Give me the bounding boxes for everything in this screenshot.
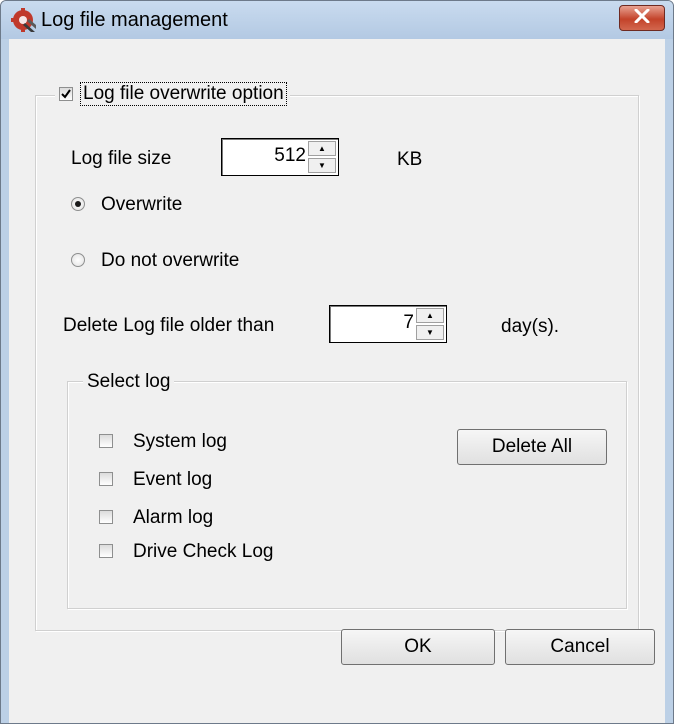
delete-older-label: Delete Log file older than: [63, 315, 275, 336]
log-file-size-label: Log file size: [71, 148, 172, 169]
radio-selected-dot: [75, 201, 81, 207]
drive-check-log-checkbox[interactable]: [99, 544, 113, 558]
event-log-checkbox[interactable]: [99, 472, 113, 486]
app-tool-icon: [11, 7, 37, 33]
overwrite-option-header: Log file overwrite option: [55, 82, 290, 106]
overwrite-radio[interactable]: [71, 197, 85, 211]
alarm-log-checkbox[interactable]: [99, 510, 113, 524]
log-file-size-spinner[interactable]: 512 ▲ ▼: [221, 138, 339, 176]
ok-button[interactable]: OK: [341, 629, 495, 665]
close-button[interactable]: [619, 5, 665, 31]
cancel-button[interactable]: Cancel: [505, 629, 655, 665]
event-log-label[interactable]: Event log: [133, 469, 212, 491]
drive-check-log-label[interactable]: Drive Check Log: [133, 541, 273, 563]
title-bar[interactable]: Log file management: [1, 1, 673, 39]
spin-up-arrow-icon[interactable]: ▲: [416, 308, 444, 323]
system-log-checkbox[interactable]: [99, 434, 113, 448]
window-title: Log file management: [41, 9, 228, 31]
overwrite-option-label[interactable]: Log file overwrite option: [80, 82, 287, 106]
spin-down-arrow-icon[interactable]: ▼: [308, 158, 336, 173]
close-icon: [634, 8, 650, 28]
select-log-title: Select log: [83, 371, 175, 393]
log-file-size-unit: KB: [397, 149, 423, 170]
do-not-overwrite-radio-label[interactable]: Do not overwrite: [101, 250, 239, 272]
select-log-group: [67, 381, 627, 609]
delete-older-days-spinner[interactable]: 7 ▲ ▼: [329, 305, 447, 343]
delete-older-unit: day(s).: [501, 316, 560, 337]
overwrite-option-checkbox[interactable]: [59, 87, 73, 101]
alarm-log-label[interactable]: Alarm log: [133, 507, 213, 529]
overwrite-radio-label[interactable]: Overwrite: [101, 194, 182, 216]
delete-older-days-value[interactable]: 7: [403, 312, 414, 334]
spin-up-arrow-icon[interactable]: ▲: [308, 141, 336, 156]
log-file-size-value[interactable]: 512: [274, 145, 306, 167]
spin-down-arrow-icon[interactable]: ▼: [416, 325, 444, 340]
dialog-body: Log file overwrite option Log file size …: [9, 39, 665, 723]
do-not-overwrite-radio[interactable]: [71, 253, 85, 267]
delete-all-button[interactable]: Delete All: [457, 429, 607, 465]
dialog-window: Log file management Log file overwrite o…: [0, 0, 674, 724]
system-log-label[interactable]: System log: [133, 431, 227, 453]
